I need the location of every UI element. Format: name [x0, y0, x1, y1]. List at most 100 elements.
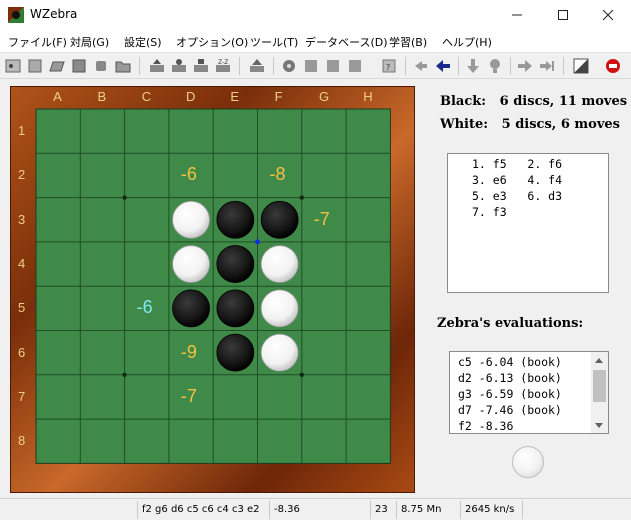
open-game-button[interactable] — [47, 56, 67, 76]
move-evaluation-c5[interactable]: -6 — [137, 297, 153, 318]
setup-board-button[interactable] — [247, 56, 267, 76]
toolbar-separator — [273, 57, 274, 75]
column-label: F — [274, 89, 283, 104]
print-icon — [96, 61, 106, 71]
print-button[interactable] — [91, 56, 111, 76]
flip-board-button[interactable] — [571, 56, 591, 76]
quit-icon — [606, 59, 620, 73]
stop-button[interactable] — [301, 56, 321, 76]
black-disc-e5 — [216, 289, 255, 328]
maximize-button[interactable] — [540, 0, 586, 30]
paste-position-button[interactable]: Z-Z — [213, 56, 233, 76]
new-board-button[interactable] — [3, 56, 23, 76]
othello-board[interactable] — [11, 87, 414, 492]
quit-button[interactable] — [603, 56, 623, 76]
hint-button[interactable] — [485, 56, 505, 76]
toolbar-separator — [510, 57, 511, 75]
close-icon — [603, 10, 613, 20]
evaluation-row[interactable]: f2 -8.36 — [458, 419, 513, 433]
resume-button[interactable] — [345, 56, 365, 76]
move-list[interactable]: 1. f5 2. f6 3. e6 4. f4 5. e3 6. d3 7. f… — [447, 153, 609, 293]
new-game-button[interactable] — [25, 56, 45, 76]
star-point — [299, 195, 304, 200]
move-entry: 2. f6 — [527, 157, 563, 171]
menu-tools[interactable]: ツール(T) — [250, 34, 298, 50]
column-label: E — [230, 89, 240, 104]
evaluation-row[interactable]: d2 -6.13 (book) — [458, 371, 562, 385]
pause-button[interactable] — [323, 56, 343, 76]
copy-position-icon — [194, 59, 208, 72]
menu-database[interactable]: データベース(D) — [305, 34, 388, 50]
move-entry: 6. d3 — [527, 189, 563, 203]
scroll-up-icon[interactable] — [591, 354, 608, 368]
evaluations-scrollbar[interactable] — [591, 352, 608, 433]
evaluation-row[interactable]: d7 -7.46 (book) — [458, 403, 562, 417]
evaluation-row[interactable]: g3 -6.59 (book) — [458, 387, 562, 401]
move-evaluation-f2[interactable]: -8 — [270, 164, 286, 185]
folder-button[interactable] — [113, 56, 133, 76]
evaluations-title: Zebra's evaluations: — [437, 316, 584, 331]
svg-text:Z-Z: Z-Z — [218, 59, 228, 66]
menu-settings[interactable]: 設定(S) — [124, 34, 162, 50]
black-disc-e3 — [216, 200, 255, 239]
scroll-down-icon[interactable] — [591, 418, 608, 432]
move-entry: 5. e3 — [472, 189, 507, 203]
star-point — [299, 372, 304, 377]
white-disc-d3 — [172, 200, 210, 239]
save-game-button[interactable] — [69, 56, 89, 76]
back-move-button[interactable] — [433, 56, 453, 76]
forward-move-icon — [518, 60, 532, 72]
status-principal-line: f2 g6 d6 c5 c6 c4 c3 e2 — [137, 501, 267, 519]
toolbar: Z-Z ? — [0, 52, 631, 79]
move-evaluation-d2[interactable]: -6 — [181, 164, 197, 185]
black-disc-e4 — [216, 245, 255, 283]
move-entry: 3. e6 — [472, 173, 507, 187]
last-move-icon — [540, 61, 554, 71]
move-evaluation-d7[interactable]: -7 — [181, 386, 197, 407]
toolbar-separator — [239, 57, 240, 75]
forward-move-button[interactable] — [515, 56, 535, 76]
save-game-icon — [72, 59, 86, 73]
row-label: 7 — [18, 388, 26, 404]
black-disc-d5 — [172, 289, 210, 328]
last-move-button[interactable] — [537, 56, 557, 76]
move-entry: 7. f3 — [472, 205, 507, 219]
move-row: 5. e3 6. d3 — [472, 189, 562, 203]
row-label: 2 — [18, 167, 26, 183]
close-button[interactable] — [585, 0, 631, 30]
stop-icon — [305, 60, 317, 72]
analyze-button[interactable] — [279, 56, 299, 76]
scrollbar-thumb[interactable] — [593, 370, 606, 402]
row-label: 4 — [18, 256, 26, 272]
status-speed: 2645 kn/s — [460, 501, 520, 519]
board-frame: A B C D E F G H 1 2 3 4 5 6 7 8 -6 -8 -7 -6 -9 -7 — [10, 86, 415, 493]
folder-icon — [115, 61, 131, 73]
down-arrow-icon — [467, 59, 479, 73]
black-disc-e6 — [216, 333, 255, 372]
move-evaluation-d6[interactable]: -9 — [181, 342, 197, 363]
minimize-button[interactable] — [494, 0, 540, 30]
copy-position-button[interactable] — [191, 56, 211, 76]
evaluation-row[interactable]: c5 -6.04 (book) — [458, 355, 562, 369]
window-title: WZebra — [30, 7, 78, 21]
book-icon: ? — [382, 59, 396, 73]
load-position-button[interactable] — [147, 56, 167, 76]
black-disc-f3 — [260, 200, 299, 239]
white-disc-f6 — [260, 333, 299, 372]
book-button[interactable]: ? — [379, 56, 399, 76]
first-move-button[interactable] — [411, 56, 431, 76]
menu-game[interactable]: 対局(G) — [70, 34, 109, 50]
evaluations-list[interactable]: c5 -6.04 (book) d2 -6.13 (book) g3 -6.59… — [449, 351, 609, 434]
load-position-icon — [150, 59, 164, 72]
down-arrow-button[interactable] — [463, 56, 483, 76]
move-evaluation-g3[interactable]: -7 — [314, 209, 330, 230]
row-label: 8 — [18, 433, 26, 449]
menu-learn[interactable]: 学習(B) — [389, 34, 427, 50]
first-move-icon — [415, 61, 427, 71]
setup-board-icon — [250, 59, 264, 72]
menu-options[interactable]: オプション(O) — [176, 34, 248, 50]
save-position-button[interactable] — [169, 56, 189, 76]
menu-file[interactable]: ファイル(F) — [8, 34, 67, 50]
pause-icon — [327, 60, 339, 72]
menu-help[interactable]: ヘルプ(H) — [442, 34, 492, 50]
